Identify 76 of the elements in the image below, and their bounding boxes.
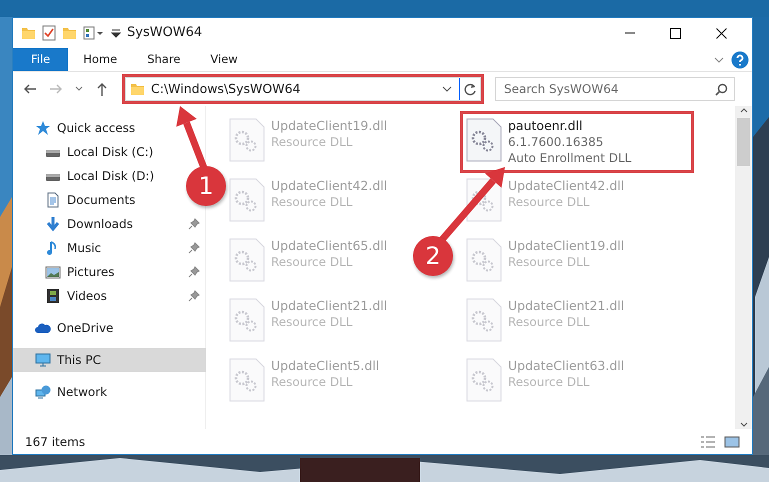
file-name: UpdateClient19.dll xyxy=(508,238,624,254)
nav-item[interactable]: Local Disk (C:) xyxy=(13,140,160,164)
gear-file-icon xyxy=(466,178,502,222)
nav-item[interactable]: Downloads xyxy=(13,212,206,236)
scroll-down-icon[interactable] xyxy=(738,421,748,429)
scrollbar-thumb[interactable] xyxy=(737,118,750,166)
file-detail: Auto Enrollment DLL xyxy=(508,150,632,166)
film-icon xyxy=(45,288,61,304)
nav-item[interactable]: Network xyxy=(13,380,114,404)
help-icon[interactable] xyxy=(731,50,749,68)
file-name: UpdateClient42.dll xyxy=(508,178,624,194)
nav-item[interactable]: Documents xyxy=(13,188,142,212)
file-detail: Resource DLL xyxy=(508,314,590,330)
gear-file-icon xyxy=(466,358,502,402)
gear-file-icon xyxy=(466,118,502,162)
download-icon xyxy=(45,216,61,232)
gear-file-icon xyxy=(229,118,265,162)
address-bar[interactable]: C:\Windows\SysWOW64 xyxy=(125,77,481,101)
file-detail: Resource DLL xyxy=(271,374,354,390)
picture-icon xyxy=(45,264,61,280)
gear-file-icon xyxy=(466,298,502,342)
file-name: UpdateClient42.dll xyxy=(271,178,388,194)
close-icon[interactable] xyxy=(716,28,726,38)
file-detail: 6.1.7600.16385 xyxy=(508,134,604,150)
file-detail: Resource DLL xyxy=(508,374,590,390)
scroll-up-icon[interactable] xyxy=(738,106,748,114)
file-detail: Resource DLL xyxy=(508,254,590,270)
gear-file-icon xyxy=(229,178,265,222)
file-detail: Resource DLL xyxy=(508,194,590,210)
details-view-icon[interactable] xyxy=(700,434,716,448)
document-icon xyxy=(45,192,61,208)
arrow xyxy=(176,106,208,170)
ribbon-tab[interactable]: View xyxy=(195,48,253,71)
gear-file-icon xyxy=(466,238,502,282)
pin-icon[interactable] xyxy=(188,290,200,302)
ribbon-tab[interactable]: Share xyxy=(132,48,196,71)
file-name: UpdateClient63.dll xyxy=(508,358,624,374)
file-name: UpdateClient21.dll xyxy=(508,298,624,314)
file-name: UpdateClient5.dll xyxy=(271,358,380,374)
file-detail: Resource DLL xyxy=(271,254,354,270)
file-detail: Resource DLL xyxy=(271,314,354,330)
file-name: pautoenr.dll xyxy=(508,118,584,134)
file-name: UpdateClient21.dll xyxy=(271,298,388,314)
properties-icon[interactable] xyxy=(83,25,105,41)
gear-file-icon xyxy=(229,298,265,342)
search-box[interactable]: Search SysWOW64 xyxy=(495,77,735,101)
refresh-icon[interactable] xyxy=(463,82,477,96)
gear-file-icon xyxy=(229,238,265,282)
nav-item[interactable]: This PC xyxy=(13,348,206,372)
window-title: SysWOW64 xyxy=(127,24,202,42)
maximize-icon[interactable] xyxy=(670,28,680,38)
pin-icon[interactable] xyxy=(188,242,200,254)
search-icon[interactable] xyxy=(715,82,728,96)
computer-icon xyxy=(35,352,51,368)
pin-icon[interactable] xyxy=(188,266,200,278)
nav-item[interactable]: Quick access xyxy=(13,116,142,140)
ribbon-tab[interactable]: Home xyxy=(68,48,132,71)
item-count: 167 items xyxy=(25,434,86,450)
file-name: UpdateClient19.dll xyxy=(271,118,388,134)
nav-item[interactable]: Music xyxy=(13,236,206,260)
ribbon-tab[interactable]: File xyxy=(13,48,68,71)
nav-item[interactable]: Videos xyxy=(13,284,206,308)
pin-icon[interactable] xyxy=(188,218,200,230)
nav-item[interactable]: Local Disk (D:) xyxy=(13,164,160,188)
checklist-icon[interactable] xyxy=(42,25,56,41)
file-detail: Resource DLL xyxy=(271,134,354,150)
gear-file-icon xyxy=(229,358,265,402)
network-icon xyxy=(35,384,51,400)
file-detail: Resource DLL xyxy=(271,194,354,210)
nav-item[interactable]: Pictures xyxy=(13,260,206,284)
file-item[interactable]: pautoenr.dll 6.1.7600.16385 Auto Enrollment DLL xyxy=(463,114,691,170)
file-name: UpdateClient65.dll xyxy=(271,238,388,254)
folder-icon xyxy=(130,81,145,97)
nav-item[interactable]: OneDrive xyxy=(13,316,120,340)
star-icon xyxy=(35,120,51,136)
large-icons-view-icon[interactable] xyxy=(724,434,740,448)
